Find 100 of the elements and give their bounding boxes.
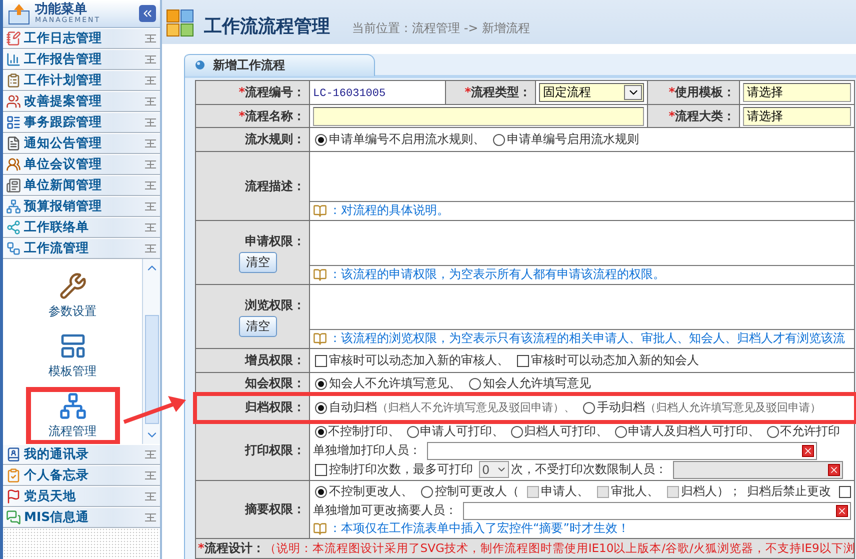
panel-tab[interactable]: 新增工作流程 [185,54,375,76]
menu-item[interactable]: 改善提案管理 [3,91,160,112]
scrollbar[interactable] [142,259,160,444]
flag-icon [6,489,21,504]
close-icon[interactable] [828,464,840,476]
input-field[interactable]: 请选择 [743,83,851,102]
radio-button[interactable] [469,378,481,390]
label-text: 申请权限： [245,234,305,248]
book-icon [313,204,327,218]
input-field[interactable]: 请选择 [743,106,851,126]
option-label: 知会人允许填写意见 [483,375,591,392]
option-label: 申请人可打印、 [420,423,504,440]
drag-handle-icon[interactable] [145,202,156,211]
drag-handle-icon[interactable] [145,139,156,148]
radio-button[interactable] [315,134,327,146]
drag-handle-icon[interactable] [145,513,156,522]
radio-button[interactable] [315,426,327,438]
drag-handle-icon[interactable] [145,471,156,480]
radio-button[interactable] [315,378,327,390]
option-label: 归档人可打印、 [524,423,608,440]
checkbox[interactable] [597,486,609,498]
picker-field[interactable] [463,502,851,520]
field-label: 摘要权限： [196,480,310,538]
checkbox[interactable] [667,486,679,498]
required-mark: * [238,85,245,99]
menu-item[interactable]: 工作计划管理 [3,70,160,91]
drag-handle-icon[interactable] [145,160,156,169]
menu-item[interactable]: MIS信息通 [3,507,160,528]
option-label: 审核时可以动态加入新的审核人、 [329,352,509,369]
menu-item[interactable]: 党员天地 [3,486,160,507]
drag-handle-icon[interactable] [145,450,156,459]
field-label: 次，不受打印次数限制人员： [511,461,667,478]
close-icon[interactable] [802,444,814,456]
drag-handle-icon[interactable] [145,97,156,106]
field-value: LC-16031005 [313,88,386,100]
app-logo-icon [166,8,196,38]
chat-icon [6,510,21,525]
wrench-icon [58,272,86,300]
note-text: （说明：本流程图设计采用了SVG技术，制作流程图时需使用IE10以上版本/谷歌/火狐浏览器，不支持IE9以下浏 [264,541,856,555]
radio-button[interactable] [511,426,523,438]
clear-button[interactable]: 清空 [239,252,277,272]
input-field[interactable] [313,106,644,126]
people-icon [6,94,21,109]
option-label: 手动归档（归档人允许填写意见及驳回申请） [597,399,821,416]
checkbox[interactable] [315,464,327,476]
dropdown[interactable]: 0 [479,461,509,478]
submenu-tile[interactable]: 参数设置 [26,267,120,325]
menu-item[interactable]: 预算报销管理 [3,196,160,217]
menu-item[interactable]: 我的通讯录 [3,444,160,465]
list-layout-icon [6,115,21,130]
drag-handle-icon[interactable] [145,223,156,232]
menu-item[interactable]: 事务跟踪管理 [3,112,160,133]
drag-handle-icon[interactable] [145,492,156,501]
radio-button[interactable] [583,402,595,414]
option-label: 知会人不允许填写意见、 [329,375,461,392]
drag-handle-icon[interactable] [145,181,156,190]
menu-title: 功能菜单 [35,3,87,16]
menu-item[interactable]: 单位新闻管理 [3,175,160,196]
radio-button[interactable] [421,486,433,498]
radio-button[interactable] [315,402,327,414]
drag-handle-icon[interactable] [145,55,156,64]
people-icon [6,157,21,172]
address-book-icon [6,447,21,462]
clear-button[interactable]: 清空 [239,316,277,336]
picker-field[interactable] [427,442,817,460]
drag-handle-icon[interactable] [145,118,156,127]
menu-item[interactable]: 工作流管理 [3,238,160,259]
menu-item[interactable]: 个人备忘录 [3,465,160,486]
checkbox[interactable] [517,354,529,366]
required-mark: * [238,108,245,122]
collapse-button[interactable] [139,5,156,22]
radio-button[interactable] [407,426,419,438]
share-nodes-icon [6,220,21,235]
radio-button[interactable] [315,486,327,498]
drag-handle-icon[interactable] [145,34,156,43]
submenu-tile[interactable]: 模板管理 [26,327,120,385]
picker-field[interactable] [673,460,843,478]
bar-chart-icon [6,52,21,67]
book-icon [313,522,327,536]
radio-button[interactable] [615,426,627,438]
menu-item[interactable]: 通知公告管理 [3,133,160,154]
checkbox[interactable] [839,486,851,498]
dropdown[interactable]: 固定流程 [539,83,644,102]
menu-item[interactable]: 工作报告管理 [3,49,160,70]
checkbox[interactable] [527,486,539,498]
close-icon[interactable] [836,504,848,516]
menu-item[interactable]: 工作日志管理 [3,28,160,49]
option-label: 不允许打印 [780,423,840,440]
notebook-pen-icon [6,31,21,46]
menu-item[interactable]: 工作联络单 [3,217,160,238]
drag-handle-icon[interactable] [145,244,156,253]
checkbox[interactable] [315,354,327,366]
menu-item[interactable]: 单位会议管理 [3,154,160,175]
drag-handle-icon[interactable] [145,76,156,85]
radio-button[interactable] [767,426,779,438]
radio-button[interactable] [493,134,505,146]
required-mark: * [668,108,675,122]
breadcrumb: 当前位置：流程管理 -> 新增流程 [352,20,530,37]
globe-bullet-icon [195,60,205,70]
option-label: 申请单编号不启用流水规则、 [329,131,485,148]
